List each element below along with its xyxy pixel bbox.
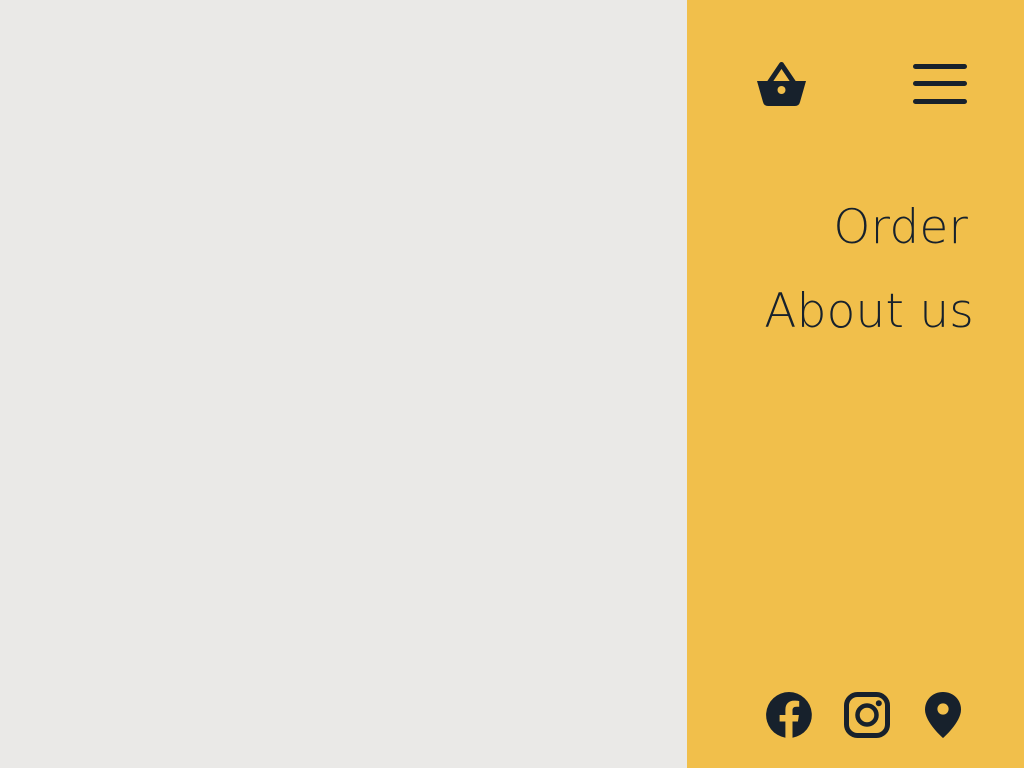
side-menu-panel — [687, 0, 1024, 768]
location-pin-icon[interactable] — [924, 692, 962, 738]
nav-item-about-us[interactable]: About us — [700, 270, 974, 354]
main-navigation: Order About us — [700, 186, 974, 354]
hamburger-menu-icon[interactable] — [912, 62, 968, 108]
instagram-icon[interactable] — [844, 692, 890, 738]
main-content-area — [0, 0, 687, 768]
facebook-icon[interactable] — [766, 692, 812, 738]
nav-item-order[interactable]: Order — [700, 186, 968, 270]
basket-icon[interactable] — [755, 60, 808, 106]
